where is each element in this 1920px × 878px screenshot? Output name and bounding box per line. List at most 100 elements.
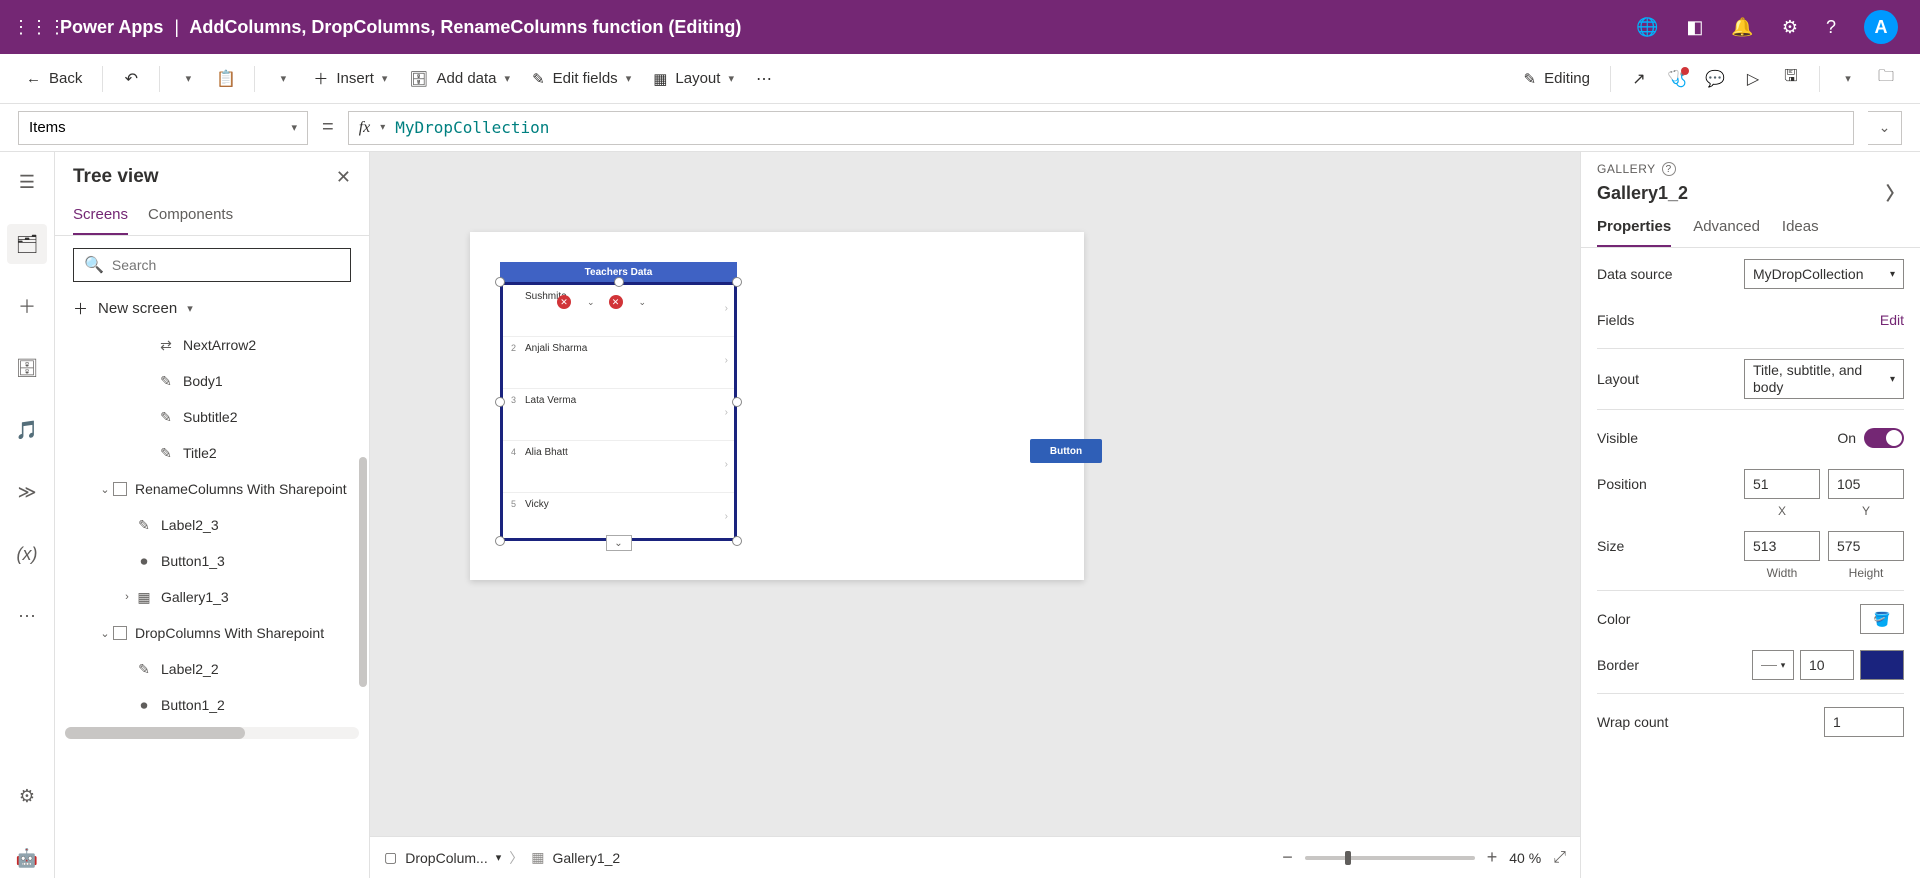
paste-menu[interactable]: ▾ bbox=[267, 63, 299, 95]
tree-node[interactable]: ⌄DropColumns With Sharepoint bbox=[55, 615, 369, 651]
resize-handle[interactable] bbox=[732, 397, 742, 407]
edit-fields-button[interactable]: ✎Edit fields▾ bbox=[524, 66, 639, 92]
canvas-button[interactable]: Button bbox=[1030, 439, 1102, 463]
rail-insert[interactable]: ＋ bbox=[7, 286, 47, 326]
back-button[interactable]: ←Back bbox=[18, 66, 90, 91]
chevron-right-icon[interactable]: › bbox=[725, 407, 728, 418]
chevron-down-icon[interactable]: ▾ bbox=[496, 851, 502, 864]
avatar[interactable]: A bbox=[1864, 10, 1898, 44]
gallery-add-button[interactable]: ⌄ bbox=[606, 535, 632, 551]
resize-handle[interactable] bbox=[495, 536, 505, 546]
insert-button[interactable]: ＋Insert▾ bbox=[305, 64, 395, 93]
chevron-right-icon[interactable]: 〉 bbox=[1886, 180, 1904, 206]
expand-formula-button[interactable]: ⌄ bbox=[1868, 111, 1902, 145]
tree-node[interactable]: ›▦Gallery1_3 bbox=[55, 579, 369, 615]
rail-ask-virtual-agent[interactable]: 🤖 bbox=[7, 838, 47, 878]
resize-handle[interactable] bbox=[732, 277, 742, 287]
control-name[interactable]: Gallery1_2 bbox=[1597, 183, 1688, 204]
gallery-row[interactable]: 5Vicky› bbox=[503, 493, 734, 541]
edit-fields-link[interactable]: Edit bbox=[1880, 312, 1904, 328]
scrollbar-thumb[interactable] bbox=[65, 727, 245, 739]
rail-settings[interactable]: ⚙ bbox=[7, 776, 47, 816]
visible-toggle[interactable] bbox=[1864, 428, 1904, 448]
rail-data[interactable]: 🗄 bbox=[7, 348, 47, 388]
save-button[interactable]: 🖫 bbox=[1775, 63, 1807, 95]
size-width-input[interactable]: 513 bbox=[1744, 531, 1820, 561]
zoom-in-button[interactable]: + bbox=[1487, 847, 1498, 868]
chevron-down-icon[interactable]: ▾ bbox=[380, 122, 385, 133]
copilot-icon[interactable]: ◧ bbox=[1686, 17, 1703, 38]
tab-advanced[interactable]: Advanced bbox=[1693, 218, 1760, 247]
chevron-right-icon[interactable]: › bbox=[725, 459, 728, 470]
rail-variables[interactable]: (x) bbox=[7, 534, 47, 574]
error-icon[interactable]: ✕ bbox=[609, 295, 623, 309]
comments-button[interactable]: 💬 bbox=[1699, 63, 1731, 95]
resize-handle[interactable] bbox=[732, 536, 742, 546]
data-source-select[interactable]: MyDropCollection▾ bbox=[1744, 259, 1904, 289]
tree-node[interactable]: ✎Body1 bbox=[55, 363, 369, 399]
border-width-input[interactable]: 10 bbox=[1800, 650, 1854, 680]
layout-select[interactable]: Title, subtitle, and body▾ bbox=[1744, 359, 1904, 399]
edit-template-icon[interactable]: ✎ bbox=[500, 289, 501, 309]
twisty-icon[interactable]: › bbox=[119, 591, 135, 603]
chevron-down-icon[interactable]: ⌄ bbox=[639, 297, 647, 308]
rail-hamburger[interactable]: ☰ bbox=[7, 162, 47, 202]
tree-scrollbar[interactable] bbox=[359, 457, 367, 687]
resize-handle[interactable] bbox=[614, 277, 624, 287]
selected-gallery[interactable]: Teachers Data Sushmita›✎✕⌄✕⌄2Anjali Shar… bbox=[500, 262, 737, 541]
gallery-row[interactable]: 2Anjali Sharma› bbox=[503, 337, 734, 389]
rail-media[interactable]: 🎵 bbox=[7, 410, 47, 450]
tree-horizontal-scrollbar[interactable] bbox=[65, 727, 359, 739]
layout-button[interactable]: ▦Layout▾ bbox=[645, 66, 742, 92]
tab-components[interactable]: Components bbox=[148, 200, 233, 235]
publish-button[interactable]: 🗀 bbox=[1870, 63, 1902, 95]
help-icon[interactable]: ? bbox=[1826, 17, 1836, 38]
share-button[interactable]: ↗ bbox=[1623, 63, 1655, 95]
wrap-count-input[interactable]: 1 bbox=[1824, 707, 1904, 737]
gallery-row[interactable]: 3Lata Verma› bbox=[503, 389, 734, 441]
preview-button[interactable]: ▷ bbox=[1737, 63, 1769, 95]
tree-search[interactable]: 🔍 bbox=[73, 248, 351, 282]
border-style-select[interactable]: ▾ bbox=[1752, 650, 1794, 680]
tab-screens[interactable]: Screens bbox=[73, 200, 128, 235]
close-icon[interactable]: ✕ bbox=[336, 167, 351, 188]
tree-node[interactable]: ⏺Button1_2 bbox=[55, 687, 369, 723]
zoom-slider[interactable] bbox=[1305, 856, 1475, 860]
paste-button[interactable]: 📋 bbox=[210, 63, 242, 95]
twisty-icon[interactable]: ⌄ bbox=[97, 483, 113, 496]
tree-node[interactable]: ⌄RenameColumns With Sharepoint bbox=[55, 471, 369, 507]
formula-input[interactable]: fx ▾ MyDropCollection bbox=[348, 111, 1854, 145]
color-picker-button[interactable]: 🪣 bbox=[1860, 604, 1904, 634]
undo-button[interactable]: ↶ bbox=[115, 63, 147, 95]
position-y-input[interactable]: 105 bbox=[1828, 469, 1904, 499]
add-data-button[interactable]: 🗄Add data▾ bbox=[401, 66, 518, 92]
globe-icon[interactable]: 🌐 bbox=[1636, 17, 1658, 38]
tree-search-input[interactable] bbox=[112, 257, 340, 273]
canvas-area[interactable]: Button Teachers Data Sushmita›✎✕⌄✕⌄2Anja… bbox=[370, 152, 1580, 836]
gallery-row[interactable]: Sushmita›✎✕⌄✕⌄ bbox=[503, 285, 734, 337]
tree-node[interactable]: ⇄NextArrow2 bbox=[55, 327, 369, 363]
rail-more[interactable]: ⋯ bbox=[7, 596, 47, 636]
breadcrumb-screen[interactable]: DropColum... bbox=[405, 850, 487, 866]
fit-to-screen-button[interactable]: ⤢ bbox=[1553, 849, 1566, 867]
breadcrumb-control[interactable]: Gallery1_2 bbox=[552, 850, 620, 866]
waffle-icon[interactable]: ⋮⋮⋮ bbox=[12, 17, 52, 38]
undo-menu[interactable]: ▾ bbox=[172, 63, 204, 95]
more-commands[interactable]: ⋯ bbox=[748, 63, 780, 95]
tree-node[interactable]: ✎Title2 bbox=[55, 435, 369, 471]
tab-ideas[interactable]: Ideas bbox=[1782, 218, 1819, 247]
position-x-input[interactable]: 51 bbox=[1744, 469, 1820, 499]
gear-icon[interactable]: ⚙ bbox=[1782, 17, 1798, 38]
zoom-out-button[interactable]: − bbox=[1282, 847, 1293, 868]
bell-icon[interactable]: 🔔 bbox=[1731, 17, 1753, 38]
size-height-input[interactable]: 575 bbox=[1828, 531, 1904, 561]
chevron-down-icon[interactable]: ⌄ bbox=[587, 297, 595, 308]
zoom-slider-thumb[interactable] bbox=[1345, 851, 1351, 865]
tree-node[interactable]: ⏺Button1_3 bbox=[55, 543, 369, 579]
editing-mode[interactable]: ✎Editing bbox=[1516, 66, 1598, 92]
tab-properties[interactable]: Properties bbox=[1597, 218, 1671, 247]
chevron-right-icon[interactable]: › bbox=[725, 303, 728, 314]
property-selector[interactable]: Items ▾ bbox=[18, 111, 308, 145]
tree-node[interactable]: ✎Label2_3 bbox=[55, 507, 369, 543]
border-color-button[interactable] bbox=[1860, 650, 1904, 680]
